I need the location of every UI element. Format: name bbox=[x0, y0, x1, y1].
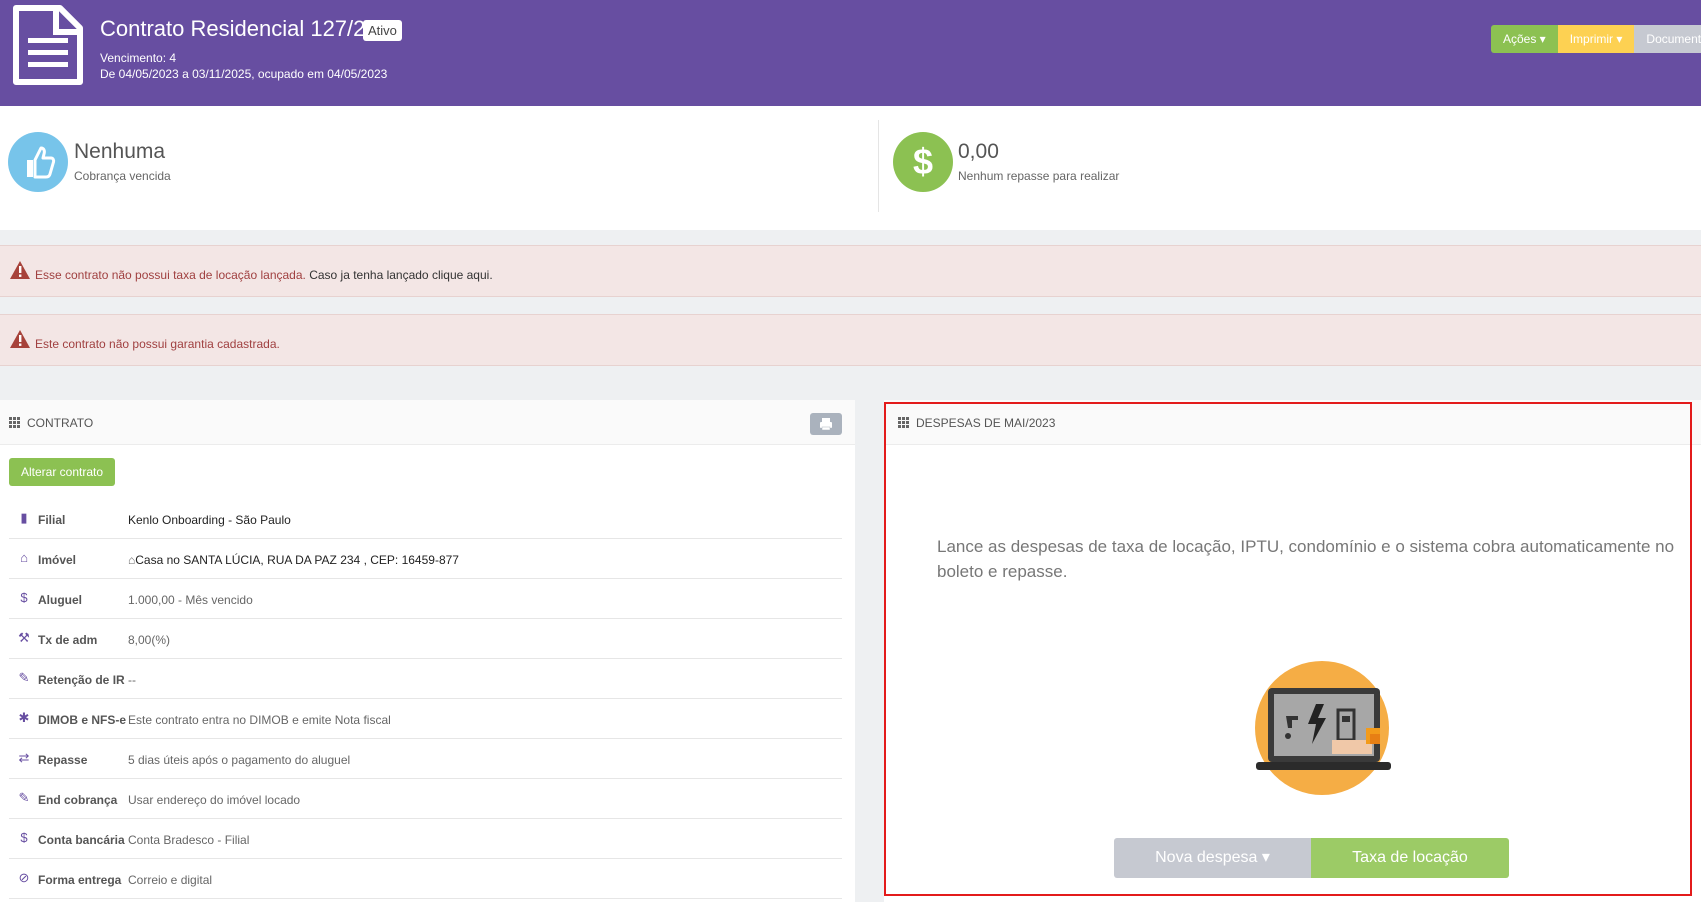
contract-row-entrega: ⊘ Forma entrega Correio e digital bbox=[9, 859, 842, 899]
alert-taxa-text: Esse contrato não possui taxa de locação… bbox=[35, 268, 306, 282]
grid-icon bbox=[9, 417, 20, 428]
despesas-panel: DESPESAS DE MAI/2023 Lance as despesas d… bbox=[884, 400, 1701, 902]
row-value: Usar endereço do imóvel locado bbox=[128, 793, 301, 807]
contract-row-imovel: ⌂ Imóvel ⌂Casa no SANTA LÚCIA, RUA DA PA… bbox=[9, 539, 842, 579]
alert-taxa-link[interactable]: Caso ja tenha lançado clique aqui. bbox=[309, 268, 492, 282]
cobranca-label: Cobrança vencida bbox=[74, 169, 171, 183]
contract-row-aluguel: $ Aluguel 1.000,00 - Mês vencido bbox=[9, 579, 842, 619]
laptop-bills-illustration bbox=[1255, 661, 1391, 795]
summary-bar: Nenhuma Cobrança vencida $ 0,00 Nenhum r… bbox=[0, 106, 1701, 230]
printer-icon bbox=[820, 418, 832, 431]
row-label: End cobrança bbox=[38, 793, 118, 807]
home-icon: ⌂ bbox=[20, 550, 28, 565]
row-value: 5 dias úteis após o pagamento do aluguel bbox=[128, 753, 351, 767]
contract-row-filial: ▮ Filial Kenlo Onboarding - São Paulo bbox=[9, 499, 842, 539]
row-label: Repasse bbox=[38, 753, 88, 767]
dollar-icon: $ bbox=[20, 830, 28, 845]
contract-row-retencao: ✎ Retenção de IR -- bbox=[9, 659, 842, 699]
despesas-panel-title: DESPESAS DE MAI/2023 bbox=[916, 416, 1056, 430]
row-value: Kenlo Onboarding - São Paulo bbox=[128, 513, 291, 527]
row-value: Conta Bradesco - Filial bbox=[128, 833, 250, 847]
documentos-button[interactable]: Documentos bbox=[1634, 25, 1701, 53]
contract-row-txadm: ⚒ Tx de adm 8,00(%) bbox=[9, 619, 842, 659]
pin-icon: ✎ bbox=[18, 670, 30, 685]
row-label: Aluguel bbox=[38, 593, 82, 607]
row-label: Filial bbox=[38, 513, 66, 527]
contrato-panel-header: CONTRATO bbox=[0, 400, 855, 445]
row-value: Este contrato entra no DIMOB e emite Not… bbox=[128, 713, 391, 727]
contract-row-conta: $ Conta bancária Conta Bradesco - Filial bbox=[9, 819, 842, 859]
nova-despesa-button[interactable]: Nova despesa ▾ bbox=[1114, 838, 1311, 878]
contrato-panel: CONTRATO Alterar contrato ▮ Filial Kenlo… bbox=[0, 400, 855, 902]
transfer-icon: ⇄ bbox=[18, 750, 30, 765]
row-value: 1.000,00 - Mês vencido bbox=[128, 593, 253, 607]
imovel-link[interactable]: Casa no SANTA LÚCIA, RUA DA PAZ 234 , CE… bbox=[135, 553, 459, 567]
thumbs-up-icon bbox=[8, 132, 68, 192]
contrato-panel-title: CONTRATO bbox=[27, 416, 94, 430]
contract-row-repasse: ⇄ Repasse 5 dias úteis após o pagamento … bbox=[9, 739, 842, 779]
warning-icon bbox=[10, 330, 30, 348]
alert-garantia: Este contrato não possui garantia cadast… bbox=[0, 314, 1701, 366]
contract-header: Contrato Residencial 127/2 Ativo Vencime… bbox=[0, 0, 1701, 106]
repasse-value: 0,00 bbox=[958, 140, 999, 163]
header-actions: Ações ▾ Imprimir ▾ Documentos bbox=[1491, 25, 1701, 53]
status-badge: Ativo bbox=[363, 20, 402, 41]
taxa-locacao-button[interactable]: Taxa de locação bbox=[1311, 838, 1509, 878]
contract-row-dimob: ✱ DIMOB e NFS-e Este contrato entra no D… bbox=[9, 699, 842, 739]
asterisk-icon: ✱ bbox=[18, 710, 30, 725]
alterar-contrato-button[interactable]: Alterar contrato bbox=[9, 458, 116, 486]
row-label: Retenção de IR bbox=[38, 673, 125, 687]
page-title: Contrato Residencial 127/2 bbox=[100, 16, 366, 41]
document-icon bbox=[13, 5, 83, 85]
row-value: 8,00(%) bbox=[128, 633, 171, 647]
row-label: Tx de adm bbox=[38, 633, 98, 647]
repasse-label: Nenhum repasse para realizar bbox=[958, 169, 1120, 183]
dollar-icon: $ bbox=[20, 590, 28, 605]
gavel-icon: ⚒ bbox=[18, 630, 30, 645]
imprimir-button[interactable]: Imprimir ▾ bbox=[1557, 25, 1635, 53]
despesas-intro-text: Lance as despesas de taxa de locação, IP… bbox=[937, 537, 1675, 581]
vencimento-text: Vencimento: 4 bbox=[100, 51, 177, 65]
periodo-text: De 04/05/2023 a 03/11/2025, ocupado em 0… bbox=[100, 67, 388, 81]
row-value[interactable]: ⌂Casa no SANTA LÚCIA, RUA DA PAZ 234 , C… bbox=[128, 553, 459, 567]
svg-text:$: $ bbox=[913, 141, 933, 182]
dollar-icon: $ bbox=[893, 132, 953, 192]
paperclip-icon: ⊘ bbox=[18, 870, 30, 885]
row-label: DIMOB e NFS-e bbox=[38, 713, 127, 727]
building-icon: ▮ bbox=[20, 510, 28, 525]
alert-taxa: Esse contrato não possui taxa de locação… bbox=[0, 245, 1701, 297]
warning-icon bbox=[10, 261, 30, 279]
pin-icon: ✎ bbox=[18, 790, 30, 805]
despesas-panel-header: DESPESAS DE MAI/2023 bbox=[884, 400, 1701, 445]
despesas-actions: Nova despesa ▾ Taxa de locação bbox=[1114, 838, 1509, 878]
row-label: Imóvel bbox=[38, 553, 77, 567]
grid-icon bbox=[898, 417, 909, 428]
row-value: Correio e digital bbox=[128, 873, 213, 887]
alert-garantia-text: Este contrato não possui garantia cadast… bbox=[35, 337, 280, 351]
divider bbox=[878, 120, 879, 212]
row-value: -- bbox=[128, 673, 136, 687]
row-label: Forma entrega bbox=[38, 873, 122, 887]
acoes-button[interactable]: Ações ▾ bbox=[1491, 25, 1558, 53]
row-label: Conta bancária bbox=[38, 833, 125, 847]
cobranca-value: Nenhuma bbox=[74, 140, 166, 163]
print-button[interactable] bbox=[810, 413, 842, 435]
contract-row-endcobranca: ✎ End cobrança Usar endereço do imóvel l… bbox=[9, 779, 842, 819]
